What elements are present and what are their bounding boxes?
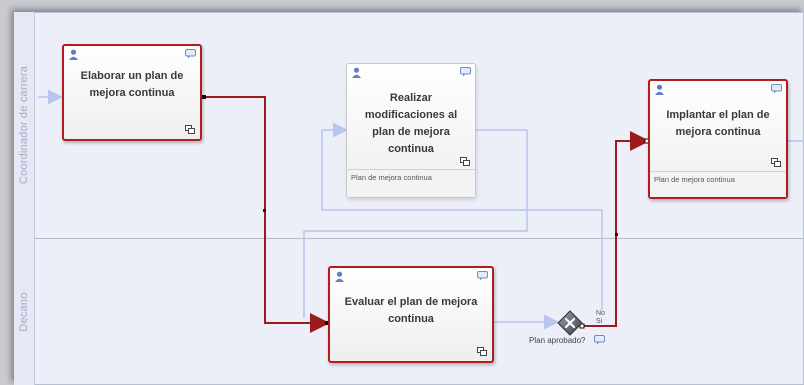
- subprocess-icon[interactable]: [771, 158, 781, 167]
- subprocess-icon[interactable]: [460, 157, 470, 166]
- comment-icon[interactable]: [771, 84, 782, 94]
- task-name: Evaluar el plan de mejora continua: [344, 296, 478, 325]
- user-icon: [655, 84, 664, 95]
- task-realizar[interactable]: Realizar modificaciones al plan de mejor…: [346, 63, 476, 198]
- flow-si-to-implantar[interactable]: [582, 131, 650, 327]
- comment-icon[interactable]: [594, 335, 605, 345]
- connector-handle[interactable]: [615, 233, 618, 236]
- comment-icon[interactable]: [477, 271, 488, 281]
- task-elaborar[interactable]: Elaborar un plan de mejora continua: [62, 44, 202, 141]
- process-diagram: Coordinador de carrera Decano Elaborar u…: [0, 0, 804, 385]
- connector-handle[interactable]: [263, 209, 266, 212]
- gateway-label: Plan aprobado?: [529, 336, 586, 345]
- user-icon: [69, 49, 78, 60]
- task-implantar[interactable]: Implantar el plan de mejora continua Pla…: [648, 79, 788, 199]
- gateway-icon[interactable]: [557, 310, 583, 336]
- gateway-option-si: Si: [596, 318, 603, 325]
- task-artifact: Plan de mejora continua: [347, 169, 475, 197]
- user-icon: [335, 271, 344, 282]
- connector-handle[interactable]: [202, 95, 206, 99]
- comment-icon[interactable]: [185, 49, 196, 59]
- comment-icon[interactable]: [460, 67, 471, 77]
- task-name: Realizar modificaciones al plan de mejor…: [364, 92, 458, 155]
- user-icon: [352, 67, 361, 78]
- task-artifact: Plan de mejora continua: [650, 171, 786, 197]
- task-evaluar[interactable]: Evaluar el plan de mejora continua: [328, 266, 494, 363]
- subprocess-icon[interactable]: [477, 347, 487, 356]
- gateway-option-no: No: [596, 310, 605, 317]
- task-name: Elaborar un plan de mejora continua: [80, 70, 184, 99]
- subprocess-icon[interactable]: [185, 125, 195, 134]
- task-name: Implantar el plan de mejora continua: [666, 109, 770, 138]
